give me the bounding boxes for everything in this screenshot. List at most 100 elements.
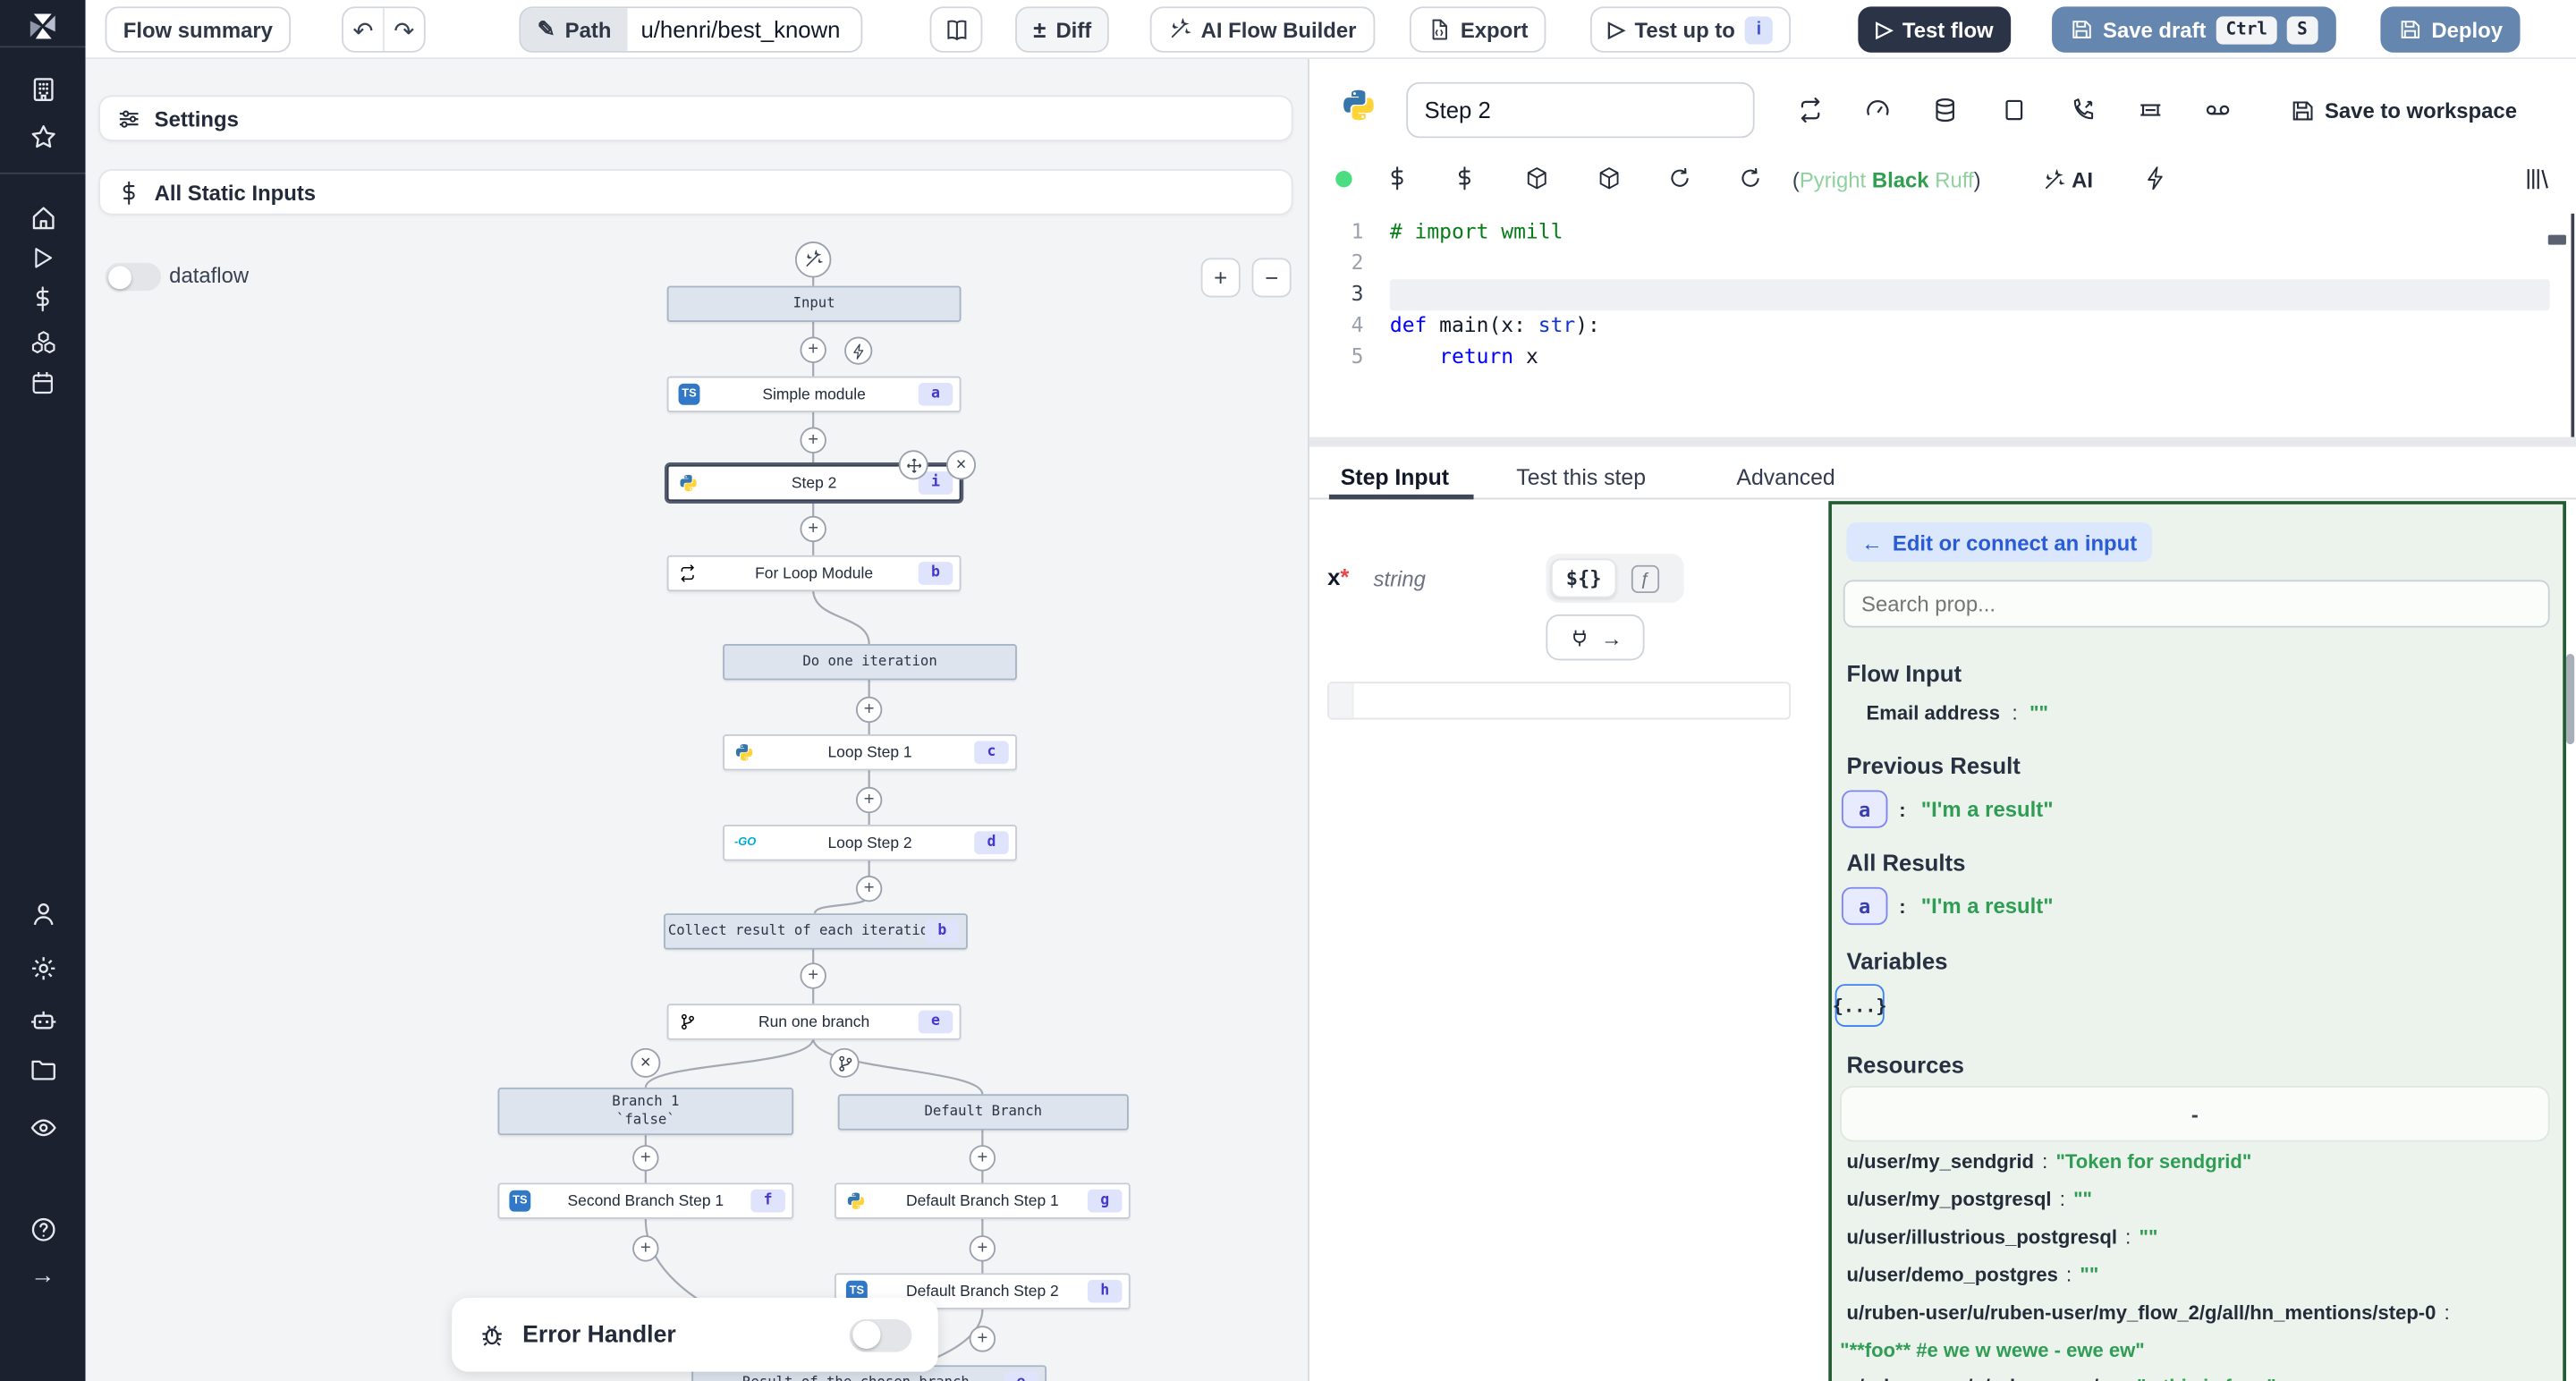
line-number: 1 [1314, 218, 1363, 243]
flow-node-default-branch[interactable]: Default Branch [838, 1094, 1129, 1130]
lang-ready-status-dot [1335, 171, 1352, 187]
tab-step-input[interactable]: Step Input [1341, 465, 1449, 490]
template-mode-button[interactable]: ${} [1551, 558, 1616, 597]
step-id-badge: e [919, 1011, 953, 1034]
gauge-icon[interactable] [1865, 97, 1891, 123]
add-branch-button branch-icon[interactable] [830, 1048, 860, 1078]
result-key-badge[interactable]: a [1842, 790, 1887, 827]
remove-branch-button close-icon[interactable] [631, 1048, 660, 1078]
resource-row-value[interactable]: "**foo** #e we w wewe - ewe ew" [1840, 1339, 2145, 1362]
arg-value-editor[interactable] [1327, 682, 1791, 719]
tabs-bottom-border [1309, 498, 2576, 500]
resource-row[interactable]: u/ruben-user/u/ruben-user/...:"...this i… [1846, 1375, 2275, 1381]
branch-icon [679, 1012, 697, 1030]
bolt-icon[interactable] [2144, 166, 2169, 191]
editor-scrollbar[interactable] [2571, 214, 2574, 444]
tab-advanced[interactable]: Advanced [1736, 465, 1835, 490]
insert-step-button plus-icon[interactable] [800, 428, 826, 453]
trigger-button bolt-icon[interactable] [844, 337, 872, 365]
resource-row[interactable]: u/user/illustrious_postgresql:"" [1846, 1225, 2157, 1249]
active-tab-underline [1329, 495, 1474, 500]
function-mode-button[interactable]: ƒ [1631, 565, 1659, 593]
connect-input-button[interactable] [1546, 614, 1644, 660]
wand-icon [2042, 168, 2065, 191]
insert-step-button plus-icon[interactable] [632, 1235, 658, 1261]
insert-step-button plus-icon[interactable] [856, 697, 882, 723]
line-number: 5 [1314, 343, 1363, 369]
ai-edit-flow-button wand-icon[interactable] [795, 241, 831, 277]
resources-empty-box[interactable]: - [1840, 1086, 2549, 1141]
step-id-badge: g [1088, 1190, 1123, 1213]
ai-assistant-button[interactable]: AI [2042, 167, 2093, 192]
panel-scrollbar-thumb[interactable] [2566, 654, 2574, 744]
edit-or-connect-pill[interactable]: Edit or connect an input [1846, 522, 2151, 562]
step-id-badge: e [1004, 1372, 1038, 1381]
resource-row[interactable]: u/user/my_sendgrid:"Token for sendgrid" [1846, 1150, 2251, 1173]
delete-step-button close-icon[interactable] [946, 450, 976, 479]
sleep-icon[interactable] [2138, 97, 2164, 123]
resources-heading: Resources [1846, 1052, 1963, 1078]
code-line-1[interactable]: # import wmill [1390, 218, 1563, 243]
flow-node-do-one-iteration[interactable]: Do one iteration [723, 644, 1017, 680]
insert-step-button plus-icon[interactable] [856, 876, 882, 902]
flow-node-input[interactable]: Input [667, 286, 962, 322]
flow-node-run-one-branch[interactable]: Run one branch e [667, 1004, 962, 1039]
code-line-4[interactable]: def main(x: str): [1390, 312, 1600, 337]
insert-step-button plus-icon[interactable] [970, 1326, 996, 1351]
flow-node-simple-module[interactable]: TS Simple module a [667, 377, 962, 412]
result-key-badge[interactable]: a [1842, 887, 1887, 925]
dollar-icon[interactable] [1385, 166, 1410, 191]
search-prop-input[interactable] [1843, 580, 2550, 627]
resource-row[interactable]: u/ruben-user/u/ruben-user/my_flow_2/g/al… [1846, 1301, 2457, 1325]
line-number: 2 [1314, 250, 1363, 275]
flow-node-branch-1[interactable]: Branch 1`false` [498, 1088, 794, 1135]
move-step-button move-icon[interactable] [899, 450, 928, 479]
flow-node-loop-step-1[interactable]: Loop Step 1 c [723, 734, 1017, 770]
code-assistants-label: (Pyright Black Ruff) [1792, 167, 1981, 192]
flow-node-collect-result[interactable]: Collect result of each iteration b [664, 913, 968, 949]
dollar-icon[interactable] [1453, 166, 1478, 191]
library-icon[interactable] [2523, 166, 2549, 192]
arg-type-label: string [1374, 567, 1426, 592]
error-handler-toggle[interactable] [850, 1318, 912, 1351]
line-number: 3 [1314, 281, 1363, 306]
flow-node-second-branch-step-1[interactable]: TS Second Branch Step 1 f [498, 1182, 794, 1218]
package-icon[interactable] [1597, 166, 1622, 191]
arrow-left-icon [1861, 530, 1883, 555]
cache-database-icon[interactable] [1932, 97, 1958, 123]
insert-step-button plus-icon[interactable] [800, 337, 826, 363]
flow-node-loop-step-2[interactable]: -GO Loop Step 2 d [723, 825, 1017, 860]
package-icon[interactable] [1524, 166, 1549, 191]
insert-step-button plus-icon[interactable] [632, 1145, 658, 1171]
flow-node-default-branch-step-1[interactable]: Default Branch Step 1 g [835, 1182, 1131, 1218]
save-to-workspace-button[interactable]: Save to workspace [2290, 98, 2517, 123]
previous-result-row[interactable]: : "I'm a result" [1899, 797, 2053, 822]
previous-result-heading: Previous Result [1846, 752, 2020, 778]
insert-step-button plus-icon[interactable] [800, 516, 826, 542]
python-icon [846, 1191, 866, 1211]
flow-node-for-loop[interactable]: For Loop Module b [667, 555, 962, 591]
zoom-in-button[interactable]: + [1201, 258, 1241, 297]
mock-square-icon[interactable] [2001, 97, 2027, 123]
resource-row[interactable]: u/user/my_postgresql:"" [1846, 1188, 2092, 1211]
voicemail-icon[interactable] [2205, 97, 2231, 123]
panel-divider[interactable] [1309, 437, 2576, 447]
phone-suspend-icon[interactable] [2070, 97, 2096, 123]
all-results-row[interactable]: : "I'm a result" [1899, 894, 2053, 919]
step-name-input[interactable] [1406, 82, 1754, 138]
resource-row[interactable]: u/user/demo_postgres:"" [1846, 1263, 2098, 1286]
windmill-flow-editor: Flow summary Path Diff AI Flow Builder E… [0, 0, 2576, 1381]
insert-step-button plus-icon[interactable] [856, 787, 882, 813]
rerun-icon[interactable] [1797, 97, 1823, 123]
insert-step-button plus-icon[interactable] [970, 1145, 996, 1171]
code-line-5[interactable]: return x [1390, 343, 1538, 369]
insert-step-button plus-icon[interactable] [800, 962, 826, 988]
refresh-icon[interactable] [1738, 166, 1763, 191]
variables-object-badge[interactable]: {...} [1835, 984, 1885, 1027]
insert-step-button plus-icon[interactable] [970, 1235, 996, 1261]
refresh-icon[interactable] [1667, 166, 1692, 191]
flow-input-row[interactable]: Email address : "" [1867, 701, 2049, 724]
zoom-out-button[interactable]: − [1252, 258, 1292, 297]
step-id-badge: a [919, 383, 953, 406]
tab-test-this-step[interactable]: Test this step [1516, 465, 1646, 490]
